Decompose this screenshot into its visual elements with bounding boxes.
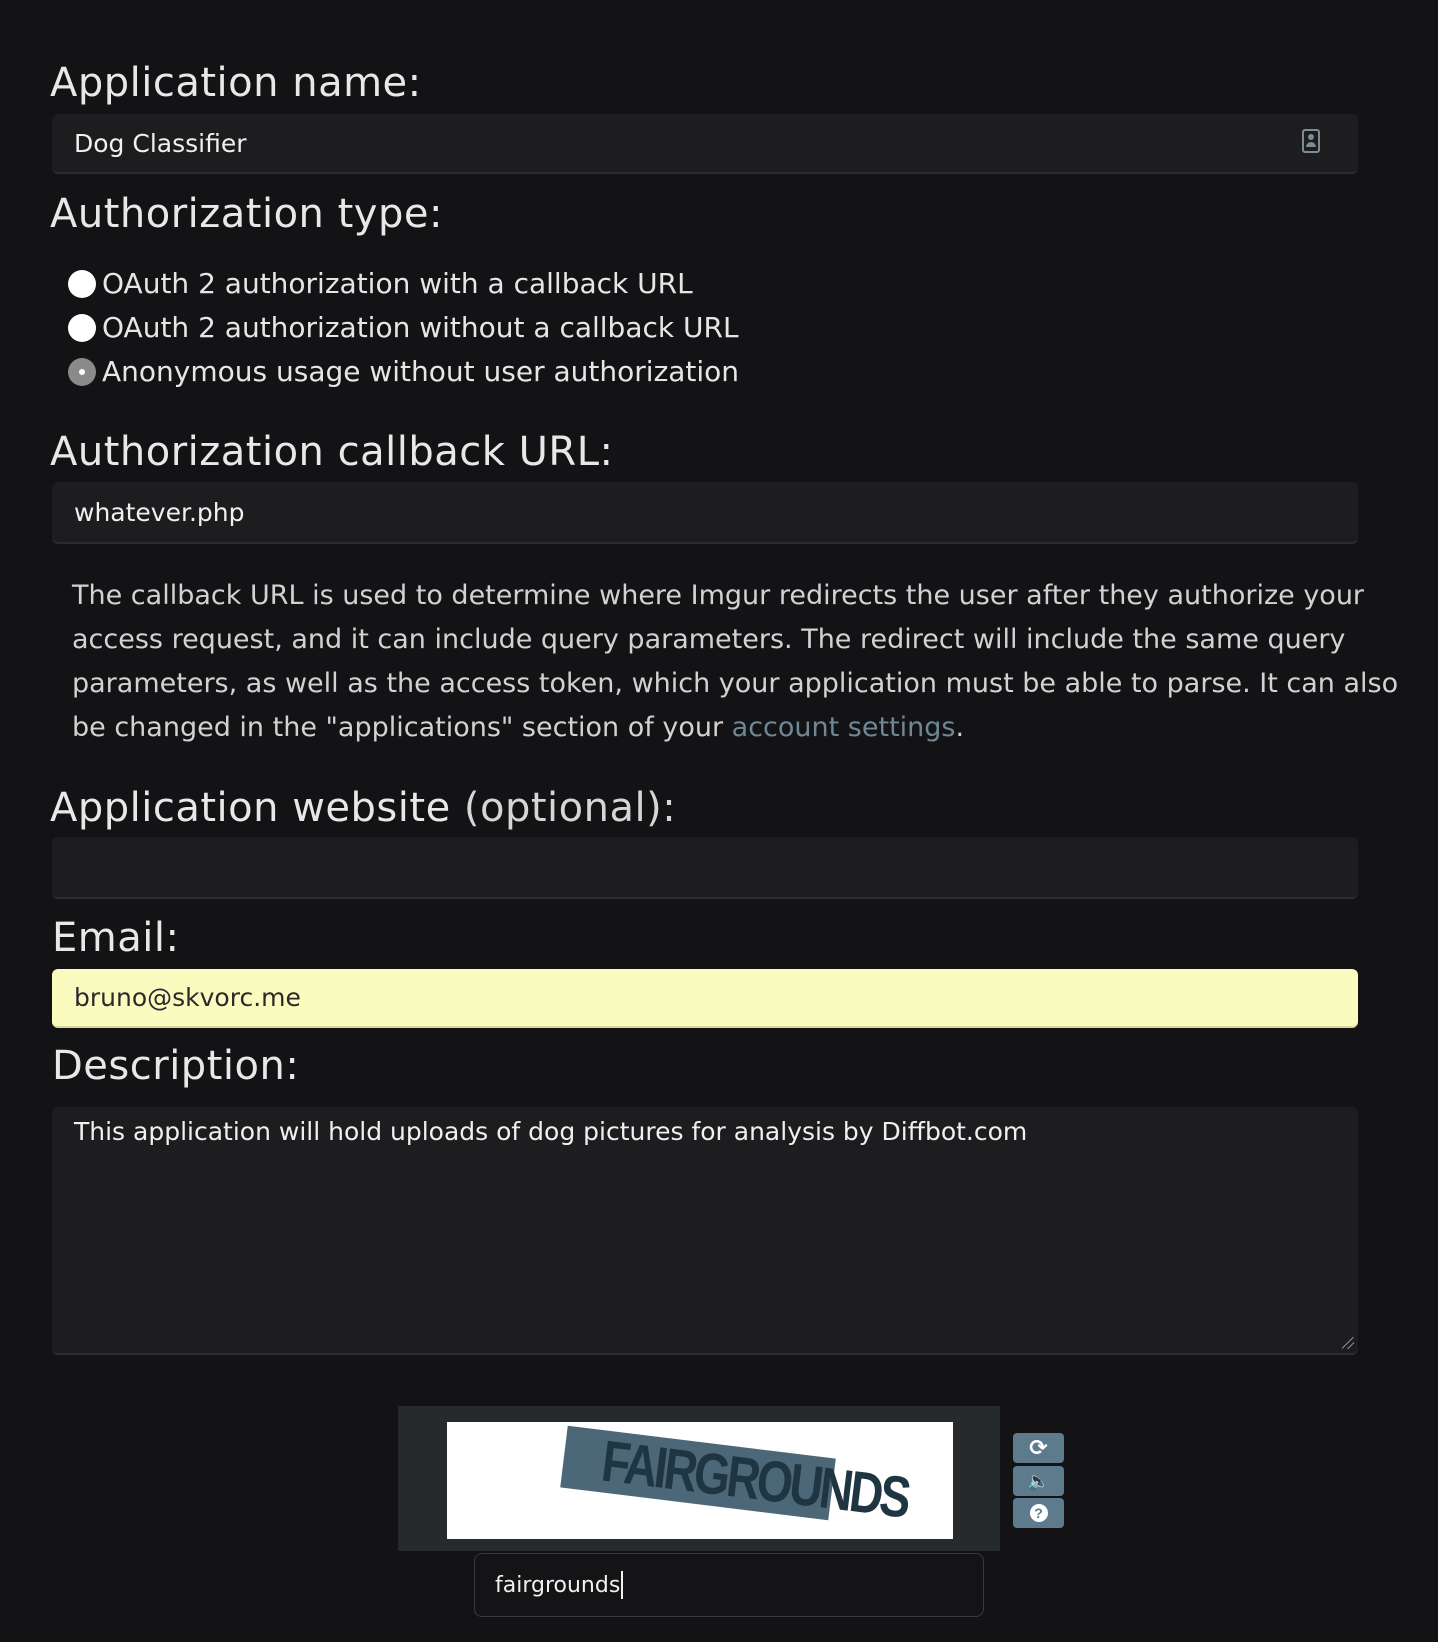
captcha-audio-button[interactable]: 🔈 [1013,1466,1064,1496]
captcha-image: FAIRGROUNDS [447,1422,953,1539]
email-value: bruno@skvorc.me [74,983,301,1012]
radio-button[interactable] [68,313,96,342]
website-label: Application website (optional): [50,784,676,832]
authorization-type-label: Authorization type: [50,191,443,237]
resize-grip-icon[interactable] [1342,1337,1354,1349]
captcha-refresh-button[interactable]: ⟳ [1013,1433,1064,1463]
help-icon: ? [1029,1504,1048,1522]
captcha-response-value: fairgrounds [495,1572,621,1598]
captcha-help-button[interactable]: ? [1013,1498,1064,1528]
callback-url-input[interactable]: whatever.php [52,482,1358,544]
website-label-text: Application website [50,785,451,831]
radio-label[interactable]: Anonymous usage without user authorizati… [102,355,739,388]
radio-button[interactable] [68,269,96,298]
description-textarea[interactable]: This application will hold uploads of do… [52,1107,1358,1355]
audio-icon: 🔈 [1027,1470,1050,1492]
callback-help-end: . [955,712,965,743]
refresh-icon: ⟳ [1029,1435,1048,1461]
callback-help-text: The callback URL is used to determine wh… [72,574,1432,750]
callback-url-value: whatever.php [74,497,245,527]
website-input[interactable] [52,837,1358,899]
callback-url-label: Authorization callback URL: [50,429,614,475]
account-settings-link[interactable]: account settings [732,712,956,743]
description-value: This application will hold uploads of do… [74,1117,1028,1146]
email-input[interactable]: bruno@skvorc.me [52,969,1358,1028]
captcha-word-text: FAIRGROUNDS [598,1428,912,1531]
contact-card-icon[interactable] [1302,129,1320,153]
website-label-optional: (optional): [463,785,677,831]
application-name-value: Dog Classifier [74,128,247,158]
description-label: Description: [52,1043,300,1089]
radio-option-anonymous[interactable]: Anonymous usage without user authorizati… [68,355,739,388]
radio-option-oauth-callback[interactable]: OAuth 2 authorization with a callback UR… [68,267,693,300]
captcha-response-input[interactable]: fairgrounds [474,1553,984,1617]
application-name-label: Application name: [50,60,422,106]
radio-button-checked[interactable] [68,357,96,386]
radio-label[interactable]: OAuth 2 authorization without a callback… [102,311,739,344]
radio-option-oauth-no-callback[interactable]: OAuth 2 authorization without a callback… [68,311,739,344]
radio-label[interactable]: OAuth 2 authorization with a callback UR… [102,267,693,300]
text-caret [621,1571,624,1599]
application-name-input[interactable]: Dog Classifier [52,114,1358,174]
captcha-word: FAIRGROUNDS [560,1425,912,1530]
email-label: Email: [52,915,180,961]
